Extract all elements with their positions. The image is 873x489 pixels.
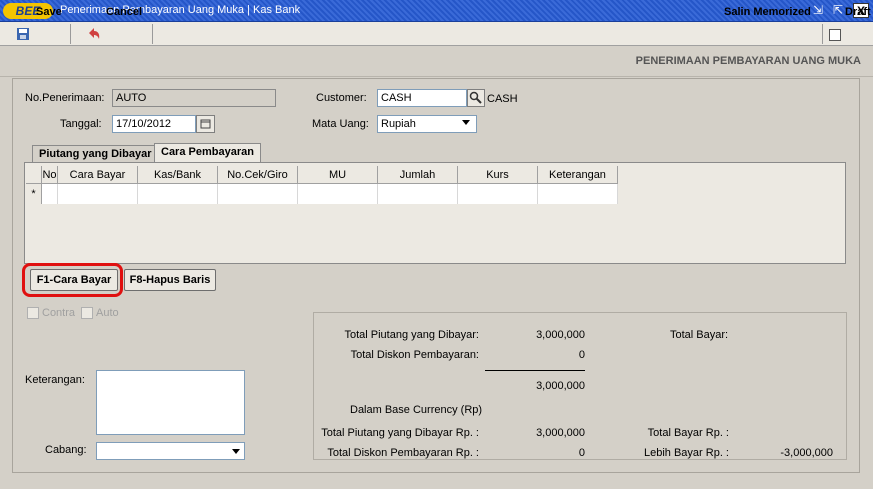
tanggal-field[interactable]: 17/10/2012: [112, 115, 196, 133]
column-header-cara-bayar[interactable]: Cara Bayar: [58, 166, 138, 184]
total-bayar-label: Total Bayar:: [670, 329, 729, 341]
column-header-kas-bank[interactable]: Kas/Bank: [138, 166, 218, 184]
toolbar-divider: [152, 24, 153, 44]
grid-cell[interactable]: [298, 184, 378, 204]
form-title: PENERIMAAN PEMBAYARAN UANG MUKA: [635, 55, 861, 67]
column-header-no-cek-giro[interactable]: No.Cek/Giro: [218, 166, 298, 184]
save-button[interactable]: Save: [36, 3, 62, 21]
auto-checkbox[interactable]: [81, 307, 93, 319]
column-header-kurs[interactable]: Kurs: [458, 166, 538, 184]
customer-field[interactable]: CASH: [377, 89, 467, 107]
mata-uang-label: Mata Uang:: [312, 118, 369, 130]
total-piutang-value: 3,000,000: [536, 329, 585, 341]
sum-divider: [485, 370, 585, 371]
grid-cell[interactable]: [42, 184, 58, 204]
cancel-button[interactable]: Cancel: [106, 3, 142, 21]
hapus-baris-button[interactable]: F8-Hapus Baris: [124, 269, 216, 291]
keterangan-label: Keterangan:: [25, 374, 85, 386]
lebih-bayar-rp-value: -3,000,000: [780, 447, 833, 459]
new-row-marker: *: [26, 184, 42, 204]
base-currency-label: Dalam Base Currency (Rp): [350, 404, 483, 416]
lebih-bayar-rp-label: Lebih Bayar Rp. :: [644, 447, 729, 459]
tab-piutang-yang-dibayar[interactable]: Piutang yang Dibayar: [32, 145, 159, 163]
cabang-label: Cabang:: [45, 444, 87, 456]
calendar-icon[interactable]: [196, 115, 215, 133]
no-penerimaan-field[interactable]: AUTO: [112, 89, 276, 107]
grid-cell[interactable]: [458, 184, 538, 204]
save-icon: [16, 27, 30, 41]
restore-icon[interactable]: ⇱: [830, 3, 846, 18]
column-header-no[interactable]: No: [42, 166, 58, 184]
auto-label: Auto: [96, 307, 119, 319]
total-diskon-label: Total Diskon Pembayaran:: [350, 349, 479, 361]
mata-uang-value: Rupiah: [381, 118, 416, 130]
contra-label: Contra: [42, 307, 76, 319]
column-header-jumlah[interactable]: Jumlah: [378, 166, 458, 184]
cabang-select[interactable]: [96, 442, 245, 460]
customer-name: CASH: [487, 93, 518, 105]
total-diskon-value: 0: [578, 349, 585, 361]
total-bayar-rp-label: Total Bayar Rp. :: [647, 427, 729, 439]
toolbar-divider: [70, 24, 71, 44]
total-diskon-rp-label: Total Diskon Pembayaran Rp. :: [327, 447, 479, 459]
total-diskon-rp-value: 0: [578, 447, 585, 459]
salin-memorized-button[interactable]: Salin Memorized: [724, 3, 811, 21]
total-piutang-label: Total Piutang yang Dibayar:: [344, 329, 479, 341]
customer-label: Customer:: [316, 92, 367, 104]
draft-label: Draft: [845, 6, 871, 18]
tanggal-label: Tanggal:: [60, 118, 102, 130]
subtotal-value: 3,000,000: [536, 380, 585, 392]
toolbar: [0, 22, 873, 46]
chevron-down-icon[interactable]: [462, 120, 470, 125]
grid-cell[interactable]: [218, 184, 298, 204]
total-piutang-rp-label: Total Piutang yang Dibayar Rp. :: [321, 427, 479, 439]
customer-search-icon[interactable]: [467, 89, 485, 107]
column-header-keterangan[interactable]: Keterangan: [538, 166, 618, 184]
total-piutang-rp-value: 3,000,000: [536, 427, 585, 439]
grid-corner: [26, 166, 42, 184]
draft-checkbox[interactable]: [829, 29, 841, 41]
keterangan-textarea[interactable]: [96, 370, 245, 435]
undo-icon: [86, 26, 102, 42]
grid-cell[interactable]: [138, 184, 218, 204]
no-penerimaan-label: No.Penerimaan:: [25, 92, 105, 104]
minimize-icon[interactable]: ⇲: [810, 3, 826, 18]
contra-checkbox[interactable]: [27, 307, 39, 319]
cara-bayar-button[interactable]: F1-Cara Bayar: [30, 269, 118, 291]
grid-cell[interactable]: [378, 184, 458, 204]
column-header-mu[interactable]: MU: [298, 166, 378, 184]
tab-cara-pembayaran[interactable]: Cara Pembayaran: [154, 143, 261, 163]
grid-cell[interactable]: [538, 184, 618, 204]
chevron-down-icon[interactable]: [232, 449, 240, 454]
window-title: Penerimaan Pembayaran Uang Muka | Kas Ba…: [60, 4, 301, 16]
toolbar-divider: [822, 24, 823, 44]
grid-cell[interactable]: [58, 184, 138, 204]
